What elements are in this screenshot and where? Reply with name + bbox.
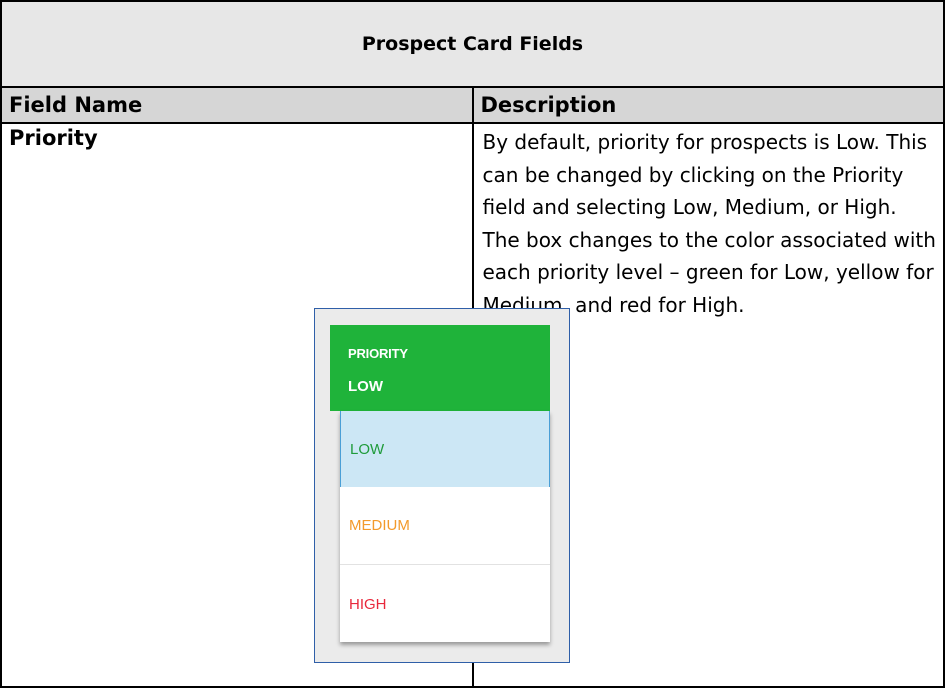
priority-dropdown-screenshot: PRIORITY LOW LOW MEDIUM HIGH — [314, 308, 570, 663]
header-description: Description — [471, 86, 945, 124]
header-field-name: Field Name — [0, 86, 474, 124]
priority-options-menu: LOW MEDIUM HIGH — [340, 411, 550, 642]
priority-option-low[interactable]: LOW — [340, 411, 550, 487]
description-text: By default, priority for prospects is Lo… — [482, 130, 936, 317]
priority-label: PRIORITY — [348, 346, 408, 361]
table-title: Prospect Card Fields — [0, 0, 945, 88]
priority-option-high[interactable]: HIGH — [340, 566, 550, 642]
priority-option-medium[interactable]: MEDIUM — [340, 487, 550, 565]
priority-field[interactable]: PRIORITY LOW — [330, 325, 550, 411]
priority-value: LOW — [348, 378, 383, 395]
